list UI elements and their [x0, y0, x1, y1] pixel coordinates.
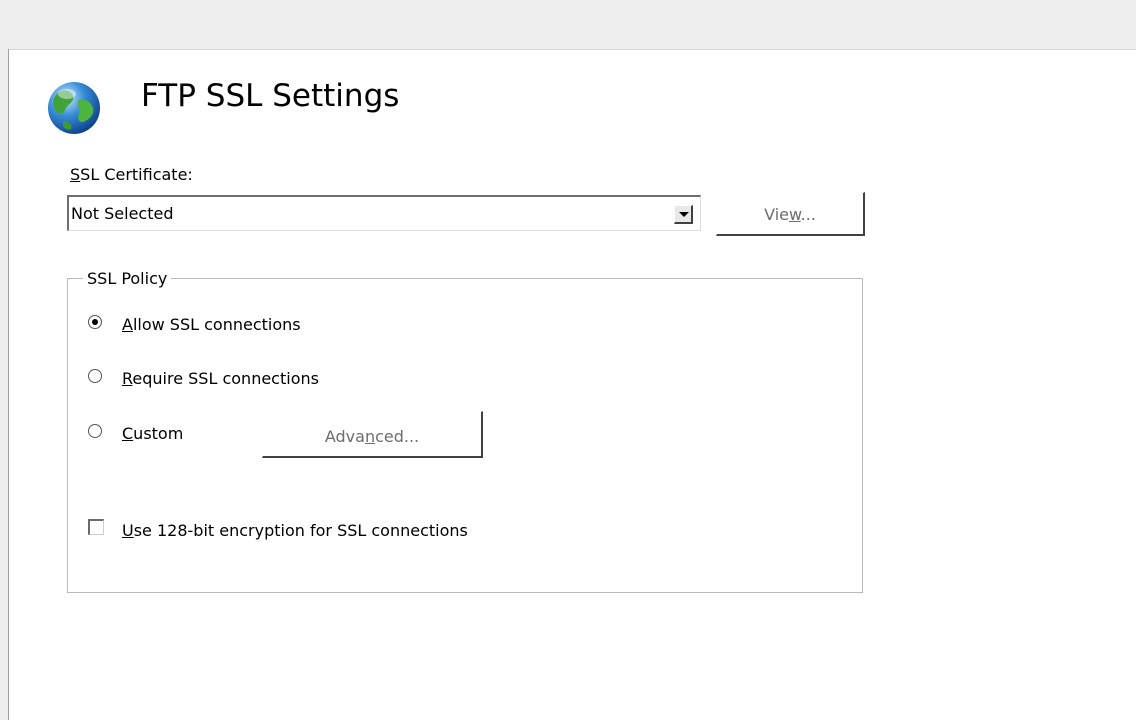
advanced-button-label-start: Adva — [324, 427, 365, 446]
require-ssl-text: equire SSL connections — [132, 369, 319, 388]
custom-ssl-mnemonic: C — [122, 424, 134, 443]
view-button-label-start: Vie — [764, 205, 789, 224]
view-button-label-end: ... — [800, 205, 816, 224]
encryption-128bit-mnemonic: U — [122, 521, 134, 540]
ssl-certificate-label-text: SL Certificate: — [80, 165, 193, 184]
view-button-mnemonic: w — [789, 205, 801, 224]
allow-ssl-text: llow SSL connections — [132, 315, 301, 334]
ssl-certificate-label: SSL Certificate: — [70, 165, 193, 185]
ssl-certificate-label-mnemonic: S — [70, 165, 81, 184]
advanced-button-mnemonic: n — [364, 427, 376, 446]
dropdown-arrow-icon[interactable] — [674, 205, 693, 224]
view-certificate-button[interactable]: View... — [716, 192, 865, 236]
globe-icon — [48, 82, 100, 134]
require-ssl-label[interactable]: Require SSL connections — [122, 369, 319, 389]
custom-ssl-text: ustom — [133, 424, 184, 443]
allow-ssl-radio[interactable] — [88, 315, 102, 329]
radio-selected-dot — [92, 319, 98, 325]
advanced-button[interactable]: Advanced... — [262, 411, 483, 458]
custom-ssl-radio[interactable] — [88, 424, 102, 438]
advanced-button-label-end: ced... — [375, 427, 420, 446]
page-title: FTP SSL Settings — [141, 78, 400, 114]
left-pane-edge — [0, 49, 9, 720]
custom-ssl-label[interactable]: Custom — [122, 424, 183, 444]
ssl-policy-legend: SSL Policy — [83, 269, 172, 289]
encryption-128bit-label[interactable]: Use 128-bit encryption for SSL connectio… — [122, 521, 468, 541]
require-ssl-radio[interactable] — [88, 369, 102, 383]
require-ssl-mnemonic: R — [122, 369, 133, 388]
ssl-certificate-value: Not Selected — [71, 204, 174, 223]
ssl-certificate-dropdown[interactable]: Not Selected — [67, 195, 701, 231]
encryption-128bit-text: se 128-bit encryption for SSL connection… — [133, 521, 468, 540]
allow-ssl-label[interactable]: Allow SSL connections — [122, 315, 301, 335]
allow-ssl-mnemonic: A — [122, 315, 133, 334]
top-band — [0, 0, 1136, 50]
encryption-128bit-checkbox[interactable] — [88, 519, 104, 535]
